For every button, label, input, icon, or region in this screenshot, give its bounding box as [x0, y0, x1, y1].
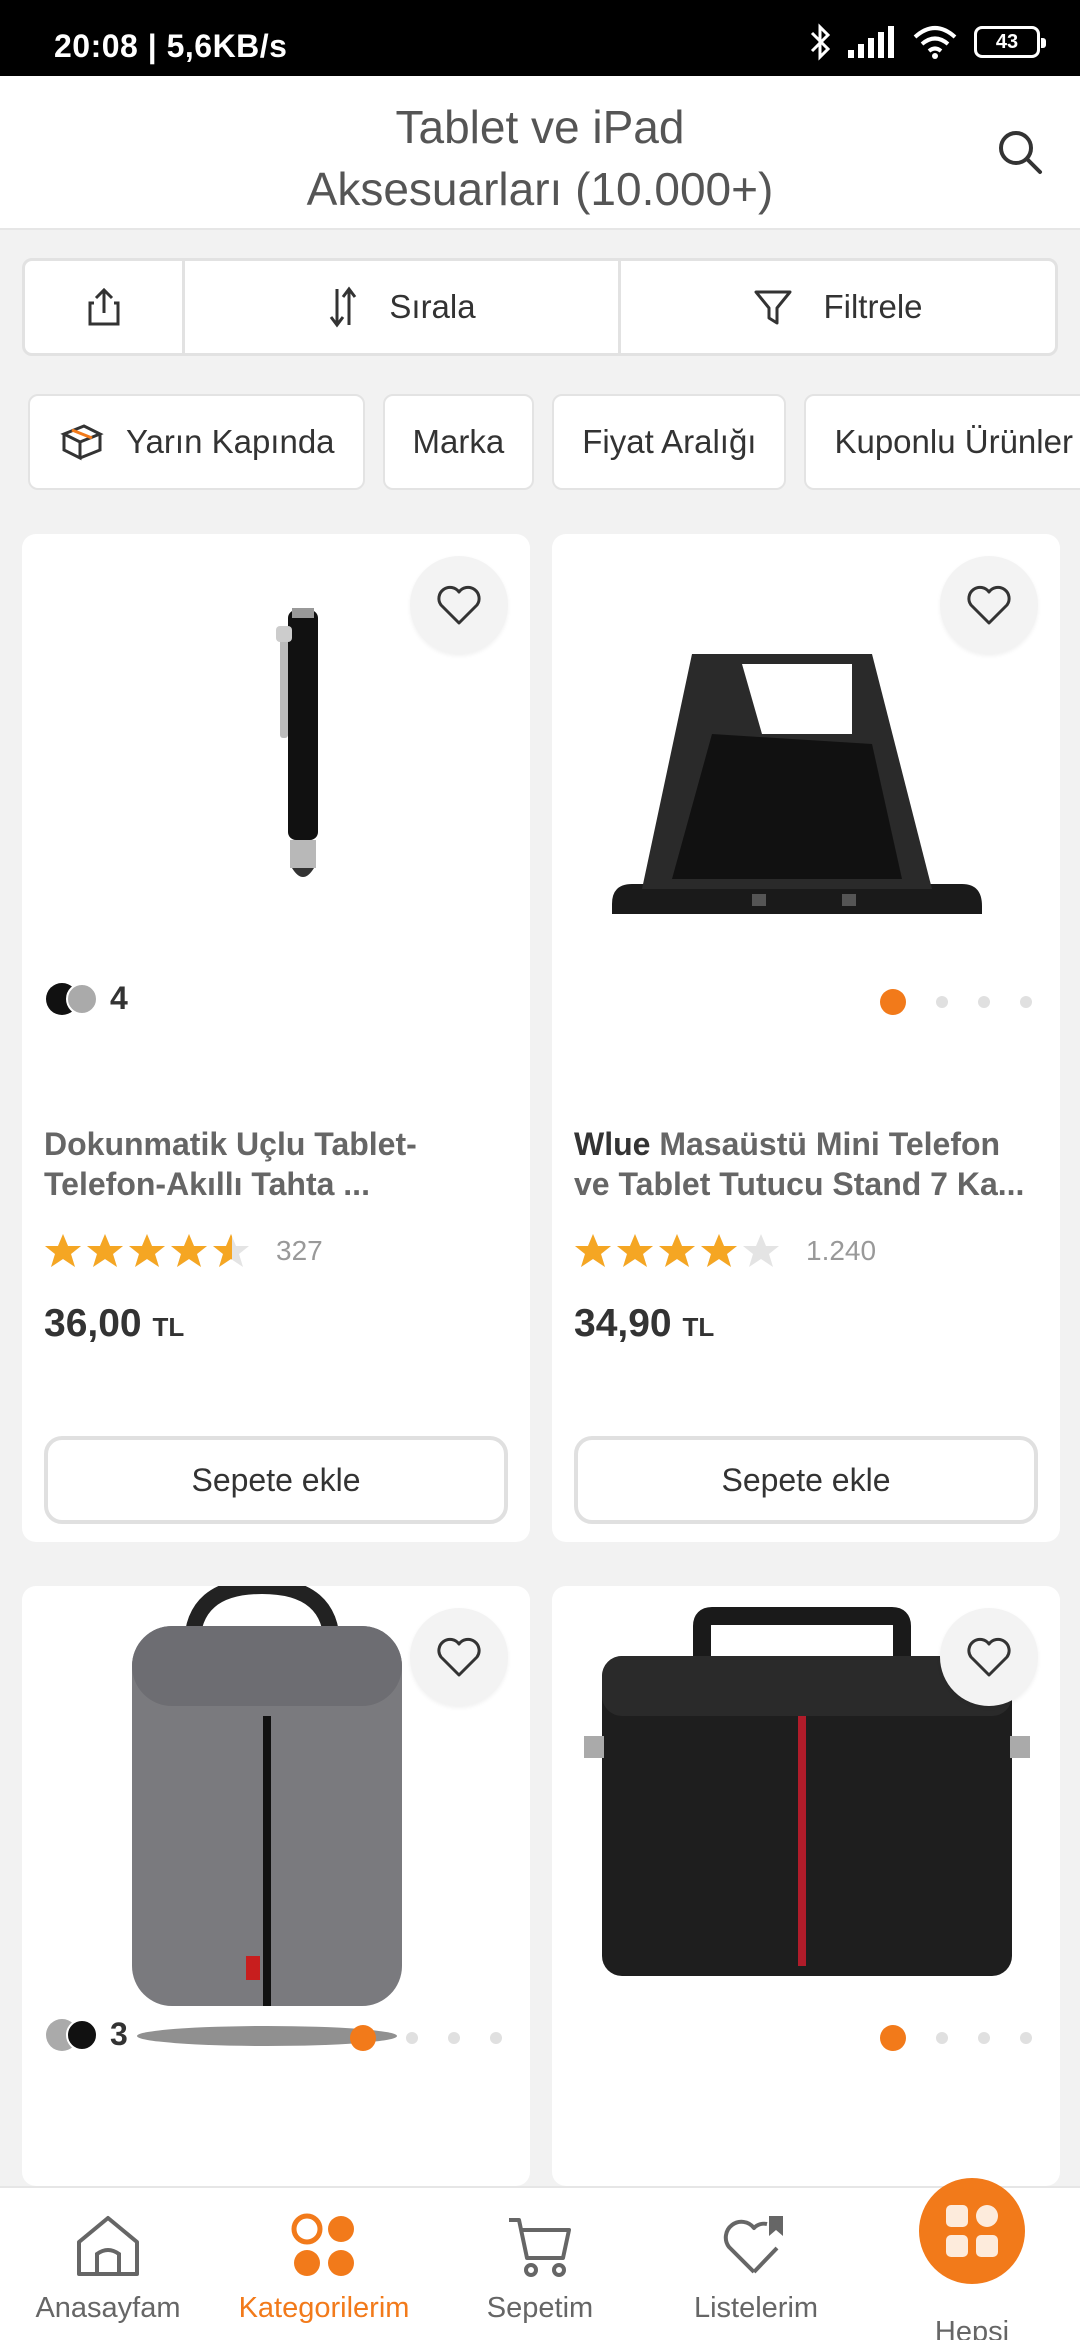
product-name[interactable]: Wlue Masaüstü Mini Telefon ve Tablet Tut… — [574, 1124, 1044, 1204]
delivery-box-icon — [60, 424, 104, 461]
heart-icon — [967, 585, 1011, 625]
product-price: 36,00 TL — [44, 1302, 185, 1345]
nav-hepsi[interactable]: Hepsi — [864, 2178, 1080, 2340]
sort-button[interactable]: Sırala — [185, 261, 621, 353]
product-rating: 327 — [44, 1232, 323, 1270]
filter-button[interactable]: Filtrele — [621, 261, 1055, 353]
page-title: Tablet ve iPad Aksesuarları (10.000+) — [306, 101, 774, 215]
favorite-button[interactable] — [940, 556, 1038, 654]
product-rating: 1.240 — [574, 1232, 876, 1270]
quick-filter-chips: Yarın Kapında Marka Fiyat Aralığı Kuponl… — [28, 394, 1080, 492]
product-card[interactable] — [552, 1586, 1060, 2186]
product-price: 34,90 TL — [574, 1302, 715, 1345]
color-variants: 3 — [46, 2016, 128, 2053]
bluetooth-icon — [810, 23, 831, 61]
hepsi-button[interactable] — [919, 2178, 1025, 2284]
favorite-button[interactable] — [940, 1608, 1038, 1706]
search-icon — [999, 131, 1042, 174]
product-card[interactable]: Wlue Masaüstü Mini Telefon ve Tablet Tut… — [552, 534, 1060, 1542]
app-header: Tablet ve iPad Aksesuarları (10.000+) — [0, 76, 1080, 230]
nav-sepetim[interactable]: Sepetim — [432, 2188, 648, 2340]
color-dot-gray — [66, 982, 98, 1015]
product-name[interactable]: Dokunmatik Uçlu Tablet-Telefon-Akıllı Ta… — [44, 1124, 514, 1204]
bottom-navigation: Anasayfam Kategorilerim Sepetim Listeler… — [0, 2178, 1080, 2340]
heart-icon — [967, 1637, 1011, 1677]
heart-icon — [437, 1637, 481, 1677]
heart-list-icon — [723, 2216, 783, 2274]
favorite-button[interactable] — [410, 556, 508, 654]
favorite-button[interactable] — [410, 1608, 508, 1706]
star-rating-icon — [45, 1234, 249, 1267]
chip-marka[interactable]: Marka — [382, 394, 535, 490]
grid-icon — [946, 2205, 998, 2257]
add-to-cart-button[interactable]: Sepete ekle — [574, 1436, 1038, 1524]
status-time: 20:08 | 5,6KB/s — [54, 28, 288, 64]
search-button[interactable] — [988, 120, 1052, 184]
image-carousel-dots — [880, 2025, 1032, 2051]
nav-anasayfam[interactable]: Anasayfam — [0, 2188, 216, 2340]
product-card[interactable]: 3 — [22, 1586, 530, 2186]
status-icons: 43 — [808, 22, 1046, 62]
nav-listelerim[interactable]: Listelerim — [648, 2188, 864, 2340]
chip-fiyat-araligi[interactable]: Fiyat Aralığı — [552, 394, 787, 490]
filter-label: Filtrele — [823, 288, 923, 325]
color-dot-black — [66, 2018, 98, 2051]
nav-kategorilerim[interactable]: Kategorilerim — [216, 2188, 432, 2340]
status-bar: 20:08 | 5,6KB/s 43 — [0, 0, 1080, 76]
product-card[interactable]: 4 Dokunmatik Uçlu Tablet-Telefon-Akıllı … — [22, 534, 530, 1542]
signal-icon — [848, 26, 894, 58]
battery-icon: 43 — [974, 26, 1046, 58]
sort-icon — [330, 286, 357, 328]
chip-yarin-kapinda[interactable]: Yarın Kapında — [28, 394, 365, 490]
add-to-cart-button[interactable]: Sepete ekle — [44, 1436, 508, 1524]
cart-icon — [509, 2218, 571, 2277]
categories-icon — [291, 2213, 354, 2276]
home-icon — [77, 2216, 139, 2276]
star-rating-icon — [575, 1234, 779, 1267]
filter-icon — [754, 290, 792, 325]
chip-kuponlu-urunler[interactable]: Kuponlu Ürünler — [804, 394, 1080, 490]
share-icon — [88, 287, 119, 326]
sort-filter-bar: Sırala Filtrele — [22, 258, 1058, 356]
color-variants: 4 — [46, 980, 128, 1017]
share-button[interactable] — [25, 261, 185, 353]
image-carousel-dots — [350, 2025, 502, 2051]
image-carousel-dots — [880, 989, 1032, 1015]
heart-icon — [437, 585, 481, 625]
wifi-icon — [913, 26, 957, 59]
sort-label: Sırala — [389, 288, 476, 325]
